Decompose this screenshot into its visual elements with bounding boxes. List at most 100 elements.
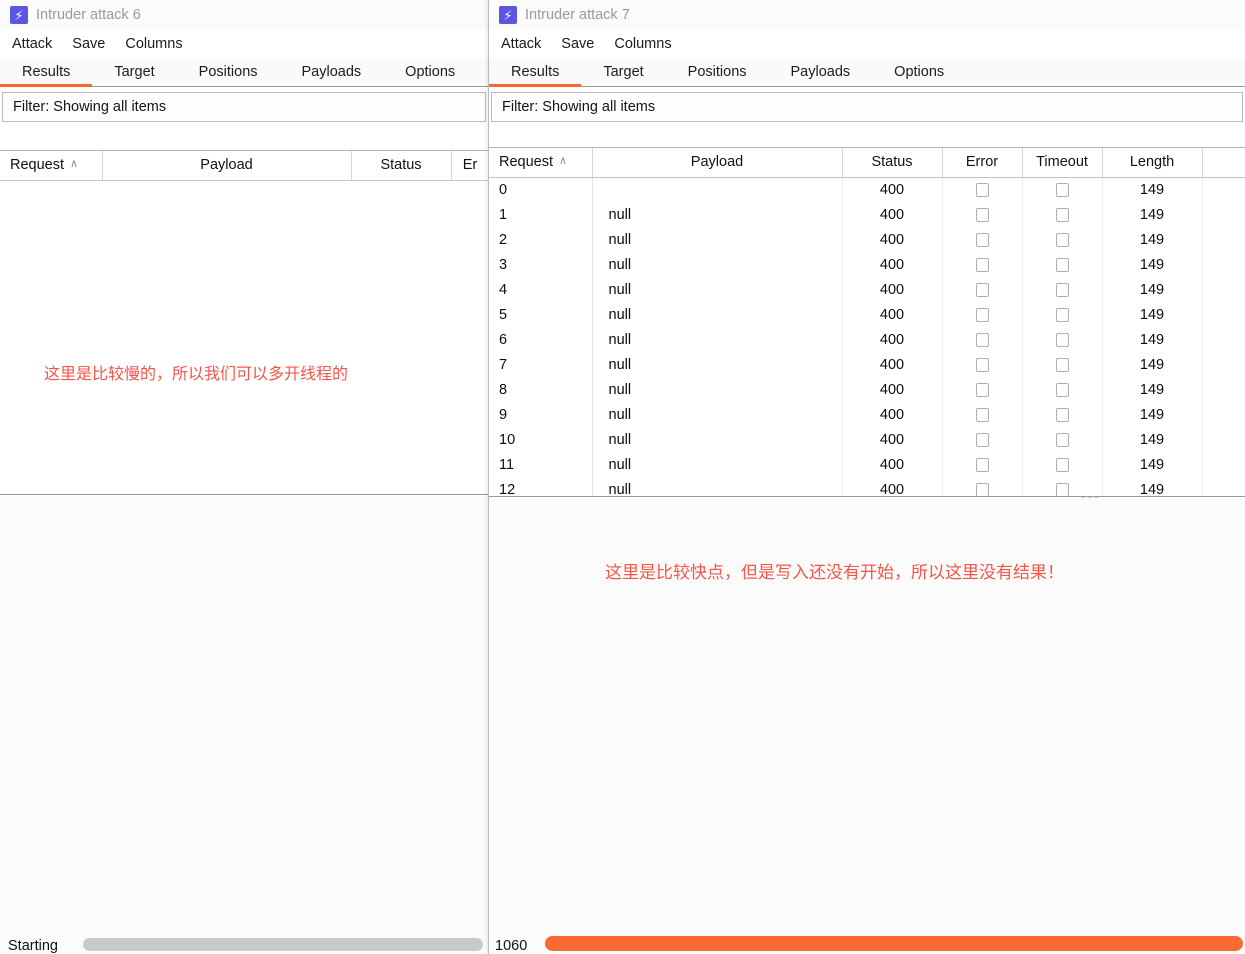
timeout-checkbox[interactable] bbox=[1055, 207, 1069, 222]
error-checkbox[interactable] bbox=[975, 232, 989, 247]
menu-columns[interactable]: Columns bbox=[125, 36, 182, 52]
table-row[interactable]: 3 null 400 149 bbox=[489, 252, 1245, 278]
table-row[interactable]: 8 null 400 149 bbox=[489, 377, 1245, 403]
cell-length: 149 bbox=[1102, 202, 1203, 228]
table-row[interactable]: 2 null 400 149 bbox=[489, 227, 1245, 253]
cell-status: 400 bbox=[842, 477, 943, 496]
table-row[interactable]: 10 null 400 149 bbox=[489, 427, 1245, 453]
error-checkbox[interactable] bbox=[975, 307, 989, 322]
right-menubar: Attack Save Columns bbox=[489, 30, 1245, 58]
cell-request: 7 bbox=[489, 352, 593, 378]
timeout-checkbox[interactable] bbox=[1055, 432, 1069, 447]
cell-payload: null bbox=[592, 302, 843, 328]
column-header-request-label: Request bbox=[499, 154, 554, 171]
left-table-header-row: Request ∧ Payload Status Er bbox=[0, 151, 488, 181]
menu-save[interactable]: Save bbox=[561, 36, 594, 52]
column-header-status[interactable]: Status bbox=[842, 148, 943, 178]
error-checkbox[interactable] bbox=[975, 432, 989, 447]
table-row[interactable]: 11 null 400 149 bbox=[489, 452, 1245, 478]
column-header-payload[interactable]: Payload bbox=[102, 151, 352, 181]
error-checkbox[interactable] bbox=[975, 357, 989, 372]
cell-timeout bbox=[1022, 452, 1103, 478]
column-header-error[interactable]: Error bbox=[942, 148, 1023, 178]
tab-target[interactable]: Target bbox=[92, 62, 176, 86]
timeout-checkbox[interactable] bbox=[1055, 232, 1069, 247]
column-header-request-label: Request bbox=[10, 157, 65, 174]
cell-spacer bbox=[1202, 352, 1245, 378]
table-row[interactable]: 4 null 400 149 bbox=[489, 277, 1245, 303]
tab-options[interactable]: Options bbox=[872, 62, 966, 86]
tab-payloads[interactable]: Payloads bbox=[280, 62, 384, 86]
column-header-request[interactable]: Request ∧ bbox=[0, 151, 103, 181]
timeout-checkbox[interactable] bbox=[1055, 257, 1069, 272]
column-header-request[interactable]: Request ∧ bbox=[489, 148, 593, 178]
cell-payload: null bbox=[592, 227, 843, 253]
menu-attack[interactable]: Attack bbox=[501, 36, 541, 52]
column-header-length[interactable]: Length bbox=[1102, 148, 1203, 178]
cell-request: 10 bbox=[489, 427, 593, 453]
error-checkbox[interactable] bbox=[975, 182, 989, 197]
left-annotation-text: 这里是比较慢的，所以我们可以多开线程的 bbox=[44, 366, 349, 383]
table-row[interactable]: 6 null 400 149 bbox=[489, 327, 1245, 353]
left-filter-bar[interactable]: Filter: Showing all items bbox=[2, 92, 486, 122]
error-checkbox[interactable] bbox=[975, 207, 989, 222]
tab-options[interactable]: Options bbox=[383, 62, 477, 86]
column-header-status[interactable]: Status bbox=[351, 151, 452, 181]
cell-status: 400 bbox=[842, 227, 943, 253]
burp-lightning-icon: ⚡ bbox=[10, 6, 28, 24]
error-checkbox[interactable] bbox=[975, 332, 989, 347]
timeout-checkbox[interactable] bbox=[1055, 457, 1069, 472]
cell-status: 400 bbox=[842, 352, 943, 378]
tab-results[interactable]: Results bbox=[0, 62, 93, 87]
cell-spacer bbox=[1202, 377, 1245, 403]
right-filter-bar[interactable]: Filter: Showing all items bbox=[491, 92, 1243, 122]
column-header-error[interactable]: Er bbox=[451, 151, 488, 181]
error-checkbox[interactable] bbox=[975, 407, 989, 422]
error-checkbox[interactable] bbox=[975, 382, 989, 397]
column-header-timeout[interactable]: Timeout bbox=[1022, 148, 1103, 178]
menu-columns[interactable]: Columns bbox=[614, 36, 671, 52]
menu-attack[interactable]: Attack bbox=[12, 36, 52, 52]
error-checkbox[interactable] bbox=[975, 257, 989, 272]
cell-length: 149 bbox=[1102, 452, 1203, 478]
tab-payloads[interactable]: Payloads bbox=[769, 62, 873, 86]
table-row[interactable]: 0 400 149 bbox=[489, 177, 1245, 203]
right-results-table-container: Request ∧ Payload Status Error Timeout Le… bbox=[489, 147, 1245, 497]
tab-positions[interactable]: Positions bbox=[177, 62, 280, 86]
cell-length: 149 bbox=[1102, 252, 1203, 278]
cell-spacer bbox=[1202, 202, 1245, 228]
timeout-checkbox[interactable] bbox=[1055, 482, 1069, 496]
cell-payload: null bbox=[592, 402, 843, 428]
error-checkbox[interactable] bbox=[975, 282, 989, 297]
cell-spacer bbox=[1202, 252, 1245, 278]
cell-length: 149 bbox=[1102, 477, 1203, 496]
timeout-checkbox[interactable] bbox=[1055, 382, 1069, 397]
cell-error bbox=[942, 202, 1023, 228]
timeout-checkbox[interactable] bbox=[1055, 332, 1069, 347]
cell-error bbox=[942, 302, 1023, 328]
timeout-checkbox[interactable] bbox=[1055, 407, 1069, 422]
cell-length: 149 bbox=[1102, 402, 1203, 428]
timeout-checkbox[interactable] bbox=[1055, 307, 1069, 322]
tab-positions[interactable]: Positions bbox=[666, 62, 769, 86]
tab-results[interactable]: Results bbox=[489, 62, 582, 87]
error-checkbox[interactable] bbox=[975, 482, 989, 496]
table-row[interactable]: 9 null 400 149 bbox=[489, 402, 1245, 428]
column-header-spacer bbox=[1202, 148, 1245, 178]
timeout-checkbox[interactable] bbox=[1055, 182, 1069, 197]
intruder-attack-7-window: ⚡ Intruder attack 7 Attack Save Columns … bbox=[489, 0, 1245, 954]
tab-target[interactable]: Target bbox=[581, 62, 665, 86]
cell-payload: null bbox=[592, 352, 843, 378]
error-checkbox[interactable] bbox=[975, 457, 989, 472]
table-row[interactable]: 1 null 400 149 bbox=[489, 202, 1245, 228]
table-row[interactable]: 7 null 400 149 bbox=[489, 352, 1245, 378]
timeout-checkbox[interactable] bbox=[1055, 282, 1069, 297]
table-row[interactable]: 12 null 400 149 bbox=[489, 477, 1245, 496]
timeout-checkbox[interactable] bbox=[1055, 357, 1069, 372]
cell-status: 400 bbox=[842, 177, 943, 203]
right-window-title: Intruder attack 7 bbox=[525, 7, 630, 23]
column-header-payload[interactable]: Payload bbox=[592, 148, 843, 178]
cell-timeout bbox=[1022, 352, 1103, 378]
menu-save[interactable]: Save bbox=[72, 36, 105, 52]
table-row[interactable]: 5 null 400 149 bbox=[489, 302, 1245, 328]
